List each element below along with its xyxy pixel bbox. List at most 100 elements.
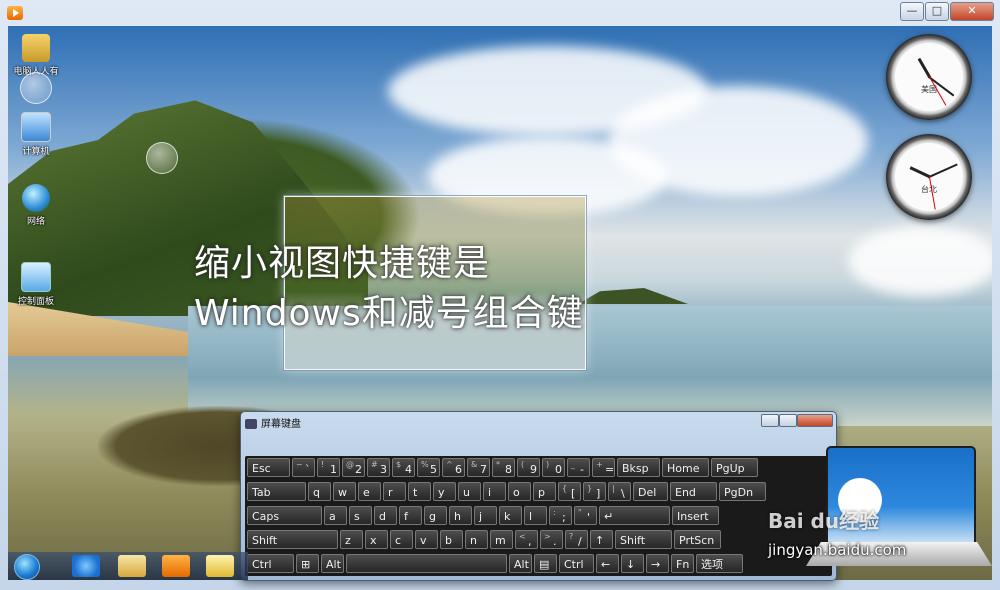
osk-key[interactable]: t	[408, 482, 431, 501]
close-button[interactable]: ✕	[950, 2, 994, 21]
osk-close-button[interactable]	[797, 414, 833, 427]
osk-key[interactable]: 选项	[696, 554, 743, 573]
osk-key[interactable]: Alt	[321, 554, 344, 573]
osk-minimize-button[interactable]	[761, 414, 779, 427]
osk-key[interactable]: Caps	[247, 506, 322, 525]
osk-key[interactable]: z	[340, 530, 363, 549]
osk-key[interactable]: Ctrl	[559, 554, 594, 573]
desktop-icon-network[interactable]: 网络	[8, 184, 64, 227]
osk-key-label: /	[578, 535, 582, 548]
desktop-icon-user-folder[interactable]: 电脑人人有	[8, 34, 64, 77]
osk-key[interactable]: Insert	[672, 506, 719, 525]
osk-key[interactable]: ! 1	[317, 458, 340, 477]
osk-key[interactable]: y	[433, 482, 456, 501]
osk-key-label: '	[587, 511, 591, 524]
osk-key[interactable]: }]	[583, 482, 606, 501]
osk-key[interactable]: Esc	[247, 458, 290, 477]
osk-key[interactable]: s	[349, 506, 372, 525]
osk-key[interactable]: ←	[596, 554, 619, 573]
osk-key[interactable]: u	[458, 482, 481, 501]
start-button[interactable]	[14, 554, 40, 580]
osk-key-shift-label: *	[496, 460, 500, 469]
osk-key[interactable]: q	[308, 482, 331, 501]
osk-key[interactable]: a	[324, 506, 347, 525]
osk-key[interactable]: Shift	[247, 530, 338, 549]
osk-key[interactable]: ↵	[599, 506, 670, 525]
osk-key[interactable]: <,	[515, 530, 538, 549]
folder-taskbar-icon[interactable]	[206, 555, 234, 577]
osk-key[interactable]: m	[490, 530, 513, 549]
osk-key[interactable]: ^ 6	[442, 458, 465, 477]
osk-key[interactable]: + =	[592, 458, 615, 477]
osk-key[interactable]: j	[474, 506, 497, 525]
osk-key[interactable]: :;	[549, 506, 572, 525]
osk-key[interactable]: c	[390, 530, 413, 549]
osk-key[interactable]: p	[533, 482, 556, 501]
osk-key[interactable]: ↓	[621, 554, 644, 573]
media-player-taskbar-icon[interactable]	[162, 555, 190, 577]
osk-key[interactable]: n	[465, 530, 488, 549]
maximize-button[interactable]: □	[925, 2, 949, 21]
osk-key[interactable]: Ctrl	[247, 554, 294, 573]
osk-key[interactable]: $4	[392, 458, 415, 477]
osk-maximize-button[interactable]	[779, 414, 797, 427]
osk-key[interactable]: " '	[574, 506, 597, 525]
osk-key[interactable]: @2	[342, 458, 365, 477]
osk-key[interactable]: #3	[367, 458, 390, 477]
osk-key[interactable]: >.	[540, 530, 563, 549]
osk-key[interactable]: →	[646, 554, 669, 573]
on-screen-keyboard[interactable]: 屏幕键盘 Esc ~ `! 1 @2 #3 $4% 5 ^ 6 & 7 * 8(9) 0 _ - + = Bksp Ho…	[240, 411, 837, 581]
osk-key[interactable]: PrtScn	[674, 530, 721, 549]
osk-key[interactable]: ▤	[534, 554, 557, 573]
osk-key[interactable]: e	[358, 482, 381, 501]
osk-key[interactable]: ? /	[565, 530, 588, 549]
osk-key[interactable]: Home	[662, 458, 709, 477]
osk-key[interactable]: b	[440, 530, 463, 549]
clock-gadget-usa[interactable]: 美国	[886, 34, 972, 120]
osk-key[interactable]: Shift	[615, 530, 672, 549]
osk-key[interactable]: Bksp	[617, 458, 660, 477]
osk-key[interactable]: f	[399, 506, 422, 525]
osk-key[interactable]: d	[374, 506, 397, 525]
osk-key[interactable]: g	[424, 506, 447, 525]
player-window: — □ ✕ 电脑人人有 计算机 网络 控制面板	[0, 0, 1000, 590]
osk-key[interactable]: * 8	[492, 458, 515, 477]
osk-key[interactable]: ↑	[590, 530, 613, 549]
osk-key[interactable]: Tab	[247, 482, 306, 501]
osk-key[interactable]: l	[524, 506, 547, 525]
osk-key[interactable]: w	[333, 482, 356, 501]
osk-key[interactable]: x	[365, 530, 388, 549]
desktop-icon-control-panel[interactable]: 控制面板	[8, 262, 64, 307]
osk-key[interactable]: Del	[633, 482, 668, 501]
osk-key[interactable]: | \	[608, 482, 631, 501]
file-explorer-icon[interactable]	[118, 555, 146, 577]
osk-key[interactable]: & 7	[467, 458, 490, 477]
internet-explorer-icon[interactable]	[72, 555, 100, 577]
osk-key[interactable]: _ -	[567, 458, 590, 477]
osk-key[interactable]: ~ `	[292, 458, 315, 477]
osk-key[interactable]: k	[499, 506, 522, 525]
osk-key[interactable]: ⊞	[296, 554, 319, 573]
osk-key[interactable]: h	[449, 506, 472, 525]
osk-key-label: 3	[380, 463, 387, 476]
desktop-icon-computer[interactable]: 计算机	[8, 112, 64, 157]
osk-key[interactable]: (9	[517, 458, 540, 477]
osk-key[interactable]: % 5	[417, 458, 440, 477]
osk-key[interactable]	[346, 554, 507, 573]
osk-key[interactable]: o	[508, 482, 531, 501]
osk-key[interactable]: i	[483, 482, 506, 501]
osk-key-label: =	[605, 463, 615, 476]
osk-key[interactable]: v	[415, 530, 438, 549]
minimize-button[interactable]: —	[900, 2, 924, 21]
osk-key[interactable]: PgUp	[711, 458, 758, 477]
osk-key[interactable]: Fn	[671, 554, 694, 573]
osk-key[interactable]: ) 0	[542, 458, 565, 477]
osk-key[interactable]: End	[670, 482, 717, 501]
clock-gadget-taipei[interactable]: 台北	[886, 134, 972, 220]
osk-key[interactable]: {[	[558, 482, 581, 501]
title-bar[interactable]: — □ ✕	[0, 0, 1000, 26]
desktop-icon-label: 网络	[26, 217, 45, 227]
osk-key[interactable]: PgDn	[719, 482, 766, 501]
osk-key[interactable]: r	[383, 482, 406, 501]
osk-key[interactable]: Alt	[509, 554, 532, 573]
